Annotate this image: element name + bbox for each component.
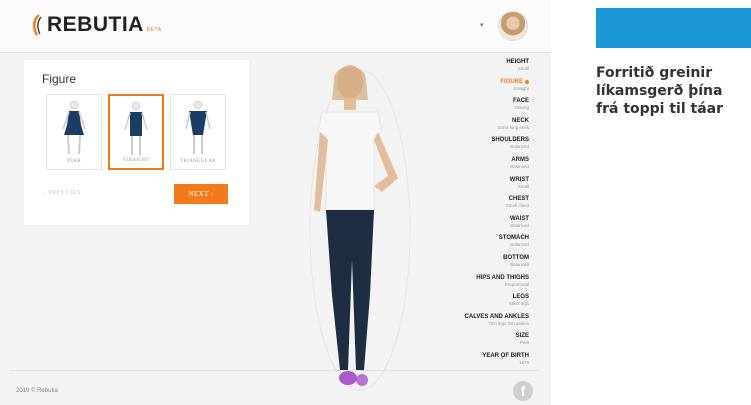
sidebar-item-value: Straight [513,85,529,91]
sidebar-item-name: LEGS [512,294,529,301]
sidebar-item-name: NECK [511,117,529,124]
sidebar-item-name: BOTTOM [503,254,529,261]
app-window: REBUTIA BETA ▾ Figure PEAR STRAIGHT TRIA… [0,0,551,405]
sidebar-item-value: 1979 [518,359,529,365]
sidebar-item[interactable]: CHEST Small chest [429,195,529,215]
figure-option-straight[interactable]: STRAIGHT [108,94,164,170]
sidebar-item-value: Balanced [510,163,529,169]
sidebar-item-name: YEAR OF BIRTH [482,352,529,359]
sidebar-item-name: WRIST [509,176,529,183]
sidebar-item-value: Small [517,66,529,71]
caption-banner [596,8,751,48]
sidebar-item[interactable]: SIZE Petit [429,332,529,352]
sidebar-item-value: Balanced [510,222,529,228]
footer-copyright: 2019 © Rebutia [16,388,58,394]
sidebar-item[interactable]: CALVES AND ANKLES Thin legs thin ankles [429,313,529,333]
sidebar-item[interactable]: ARMS Balanced [429,156,529,176]
chevron-down-icon[interactable]: ▾ [480,21,484,29]
sidebar-item-value: Balanced [510,144,529,150]
logo[interactable]: REBUTIA BETA [30,13,162,37]
sidebar-item[interactable]: FIGURE Straight [429,78,529,98]
sidebar-item[interactable]: SHOULDERS Balanced [429,136,529,156]
top-bar: REBUTIA BETA ▾ [0,0,551,53]
sidebar-item-name: WAIST [510,215,529,222]
figure-panel: Figure PEAR STRAIGHT TRIANGULAR ‹ PREVIO… [24,60,249,225]
attribute-sidebar: HEIGHT Small FIGURE Straight FACE Oblong NECK E… [429,58,529,372]
sidebar-item[interactable]: WRIST Small [429,176,529,196]
sidebar-item[interactable]: YEAR OF BIRTH 1979 [429,352,529,372]
sidebar-item-name: STOMACH [498,235,529,242]
figure-option-label: TRIANGULAR [180,159,216,164]
caption-text: Forritið greinir líkamsgerð þína frá top… [596,65,723,117]
logo-mark-icon [33,14,42,36]
previous-button[interactable]: ‹ PREVIOUS [44,190,81,196]
caption-column: Forritið greinir líkamsgerð þína frá top… [596,8,751,405]
sidebar-item-value: Oblong [514,105,529,111]
pear-figure-icon [62,100,86,155]
sidebar-item-value: Proportional [504,281,529,287]
logo-text: REBUTIA [47,13,144,36]
figure-option-triangular[interactable]: TRIANGULAR [170,94,226,170]
sidebar-item-value: Short legs [508,301,529,307]
sidebar-item-value: Thin legs thin ankles [487,320,529,326]
facebook-icon[interactable]: f [513,381,533,401]
sidebar-item-value: Small [517,183,529,189]
sidebar-item[interactable]: BOTTOM Balanced [429,254,529,274]
sidebar-item[interactable]: STOMACH Balanced [429,234,529,254]
sidebar-item[interactable]: WAIST Balanced [429,215,529,235]
active-indicator-icon [525,79,529,84]
figure-option-label: STRAIGHT [122,158,150,163]
figure-option-label: PEAR [67,159,81,164]
sidebar-item-value: Balanced [510,242,529,248]
straight-figure-icon [124,101,148,155]
sidebar-item-name: HEIGHT [506,59,529,65]
figure-option-pear[interactable]: PEAR [46,94,102,170]
sidebar-item-name: SIZE [515,333,529,340]
sidebar-item-value: Small chest [505,203,529,209]
sidebar-item[interactable]: HEIGHT Small [429,58,529,78]
panel-title: Figure [42,72,77,86]
sidebar-item-name: CALVES AND ANKLES [464,313,529,320]
sidebar-item[interactable]: LEGS Short legs [429,293,529,313]
sidebar-item-name: FIGURE [500,78,523,85]
beta-badge: BETA [146,27,162,33]
sidebar-item-value: Extra long neck [497,124,529,130]
sidebar-item-value: Petit [519,340,529,346]
sidebar-item-name: FACE [512,98,529,105]
triangular-figure-icon [185,100,211,154]
sidebar-item[interactable]: FACE Oblong [429,97,529,117]
sidebar-item-name: CHEST [508,196,529,203]
footer-divider [10,370,540,371]
sidebar-item-name: SHOULDERS [491,137,529,144]
next-button[interactable]: NEXT › [174,184,228,204]
sidebar-item-value: Balanced [510,261,529,267]
avatar[interactable] [498,11,528,41]
body-figure-image [309,65,411,391]
sidebar-item[interactable]: HIPS AND THIGHS Proportional [429,274,529,294]
sidebar-item-name: ARMS [511,156,529,163]
sidebar-item[interactable]: NECK Extra long neck [429,117,529,137]
sidebar-item-name: HIPS AND THIGHS [476,274,529,281]
